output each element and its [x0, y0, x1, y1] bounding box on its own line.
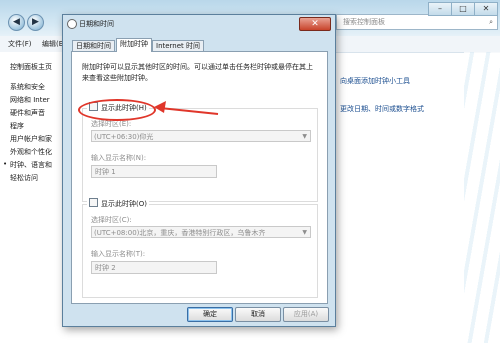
dialog-close-button[interactable]: ✕ [299, 17, 331, 31]
sidebar-item-accessibility[interactable]: 轻松访问 [10, 173, 38, 183]
clock2-name-label: 输入显示名称(T): [91, 250, 146, 258]
description-text: 附加时钟可以显示其他时区的时间。可以通过单击任务栏时钟或悬停在其上来查看这些附加… [82, 63, 313, 82]
annotation-circle [78, 99, 156, 121]
sidebar: 控制面板主页 系统和安全 网络和 Inter 硬件和声音 程序 用户帐户和家 外… [0, 52, 70, 343]
maximize-icon[interactable]: □ [451, 2, 475, 16]
search-icon[interactable]: ⌕ [489, 15, 493, 29]
clock1-name-label: 输入显示名称(N): [91, 154, 147, 162]
clock-icon [67, 19, 77, 29]
sidebar-item-users[interactable]: 用户帐户和家 [10, 134, 52, 144]
menu-file[interactable]: 文件(F) [8, 39, 32, 49]
clock2-checkbox-label: 显示此时钟(O) [101, 200, 147, 208]
minimize-icon[interactable]: – [428, 2, 452, 16]
clock1-timezone-select[interactable]: (UTC+06:30)仰光 ▼ [91, 130, 311, 142]
background-decoration [464, 52, 500, 343]
add-clock-gadget-link[interactable]: 向桌面添加时钟小工具 [340, 76, 410, 86]
clock2-timezone-select[interactable]: (UTC+08:00)北京，重庆，香港特别行政区，乌鲁木齐 ▼ [91, 226, 311, 238]
back-arrow-icon[interactable]: ◀ [8, 14, 25, 31]
sidebar-item-programs[interactable]: 程序 [10, 121, 24, 131]
clock2-name-field[interactable]: 时钟 2 [91, 261, 217, 274]
sidebar-item-hardware[interactable]: 硬件和声音 [10, 108, 45, 118]
search-placeholder: 搜索控制面板 [343, 18, 385, 26]
date-time-dialog: 日期和时间 ✕ 日期和时间 附加时钟 Internet 时间 附加时钟可以显示其… [62, 14, 336, 327]
clock1-timezone-value: (UTC+06:30)仰光 [94, 133, 154, 141]
change-format-link[interactable]: 更改日期、时间或数字格式 [340, 104, 424, 114]
apply-button[interactable]: 应用(A) [283, 307, 329, 322]
ok-button[interactable]: 确定 [187, 307, 233, 322]
cancel-button[interactable]: 取消 [235, 307, 281, 322]
sidebar-item-appearance[interactable]: 外观和个性化 [10, 147, 52, 157]
forward-arrow-icon[interactable]: ▶ [27, 14, 44, 31]
tab-panel: 附加时钟可以显示其他时区的时间。可以通过单击任务栏时钟或悬停在其上来查看这些附加… [71, 51, 328, 304]
close-icon[interactable]: ✕ [474, 2, 498, 16]
clock2-timezone-value: (UTC+08:00)北京，重庆，香港特别行政区，乌鲁木齐 [94, 229, 266, 237]
clock2-timezone-label: 选择时区(C): [91, 216, 132, 224]
clock2-group: 显示此时钟(O) 选择时区(C): (UTC+08:00)北京，重庆，香港特别行… [82, 198, 318, 298]
clock2-checkbox-box[interactable] [89, 198, 98, 207]
sidebar-item-home[interactable]: 控制面板主页 [10, 62, 52, 72]
chevron-down-icon: ▼ [302, 229, 307, 236]
clock1-group: 显示此时钟(H) 选择时区(E): (UTC+06:30)仰光 ▼ 输入显示名称… [82, 102, 318, 202]
chevron-down-icon: ▼ [302, 133, 307, 140]
sidebar-item-clock[interactable]: 时钟、语言和 [3, 160, 52, 170]
sidebar-item-system[interactable]: 系统和安全 [10, 82, 45, 92]
tab-additional-clocks[interactable]: 附加时钟 [116, 38, 152, 52]
clock1-name-field[interactable]: 时钟 1 [91, 165, 217, 178]
sidebar-item-network[interactable]: 网络和 Inter [10, 95, 50, 105]
dialog-title: 日期和时间 [79, 20, 114, 28]
clock2-checkbox[interactable]: 显示此时钟(O) [87, 198, 149, 209]
search-input[interactable]: 搜索控制面板 ⌕ [336, 14, 498, 30]
